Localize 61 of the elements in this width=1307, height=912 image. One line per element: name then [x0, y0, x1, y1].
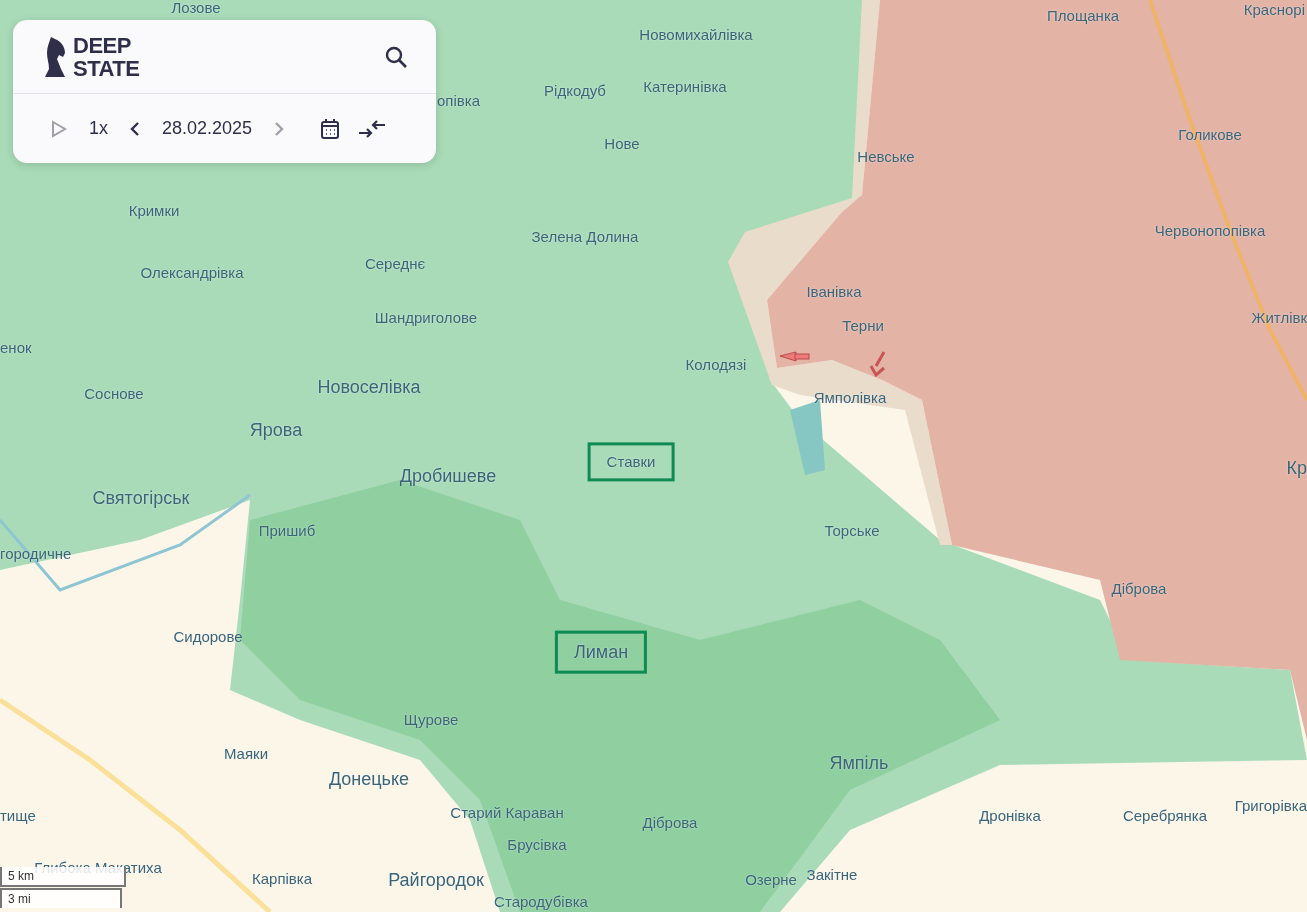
place-label: Щурове [403, 711, 459, 729]
place-label: Карпівка [251, 870, 313, 888]
place-label: Новомихайлівка [639, 26, 753, 44]
logo-text: DEEP [73, 33, 132, 57]
place-label: городичне [0, 545, 72, 563]
play-icon [51, 119, 67, 138]
speed-button[interactable]: 1x [83, 116, 114, 141]
place-label: Діброва [642, 814, 698, 832]
place-label: Терни [842, 317, 884, 335]
place-label: Ярова [249, 419, 303, 441]
calendar-icon [320, 117, 341, 140]
chess-knight-icon [43, 34, 67, 79]
place-label: Червонопопівка [1154, 222, 1266, 240]
place-label: Шандриголове [374, 309, 478, 327]
place-label: Голикове [1178, 126, 1242, 144]
place-label: Соснове [84, 385, 144, 403]
chevron-right-icon [274, 120, 285, 137]
arrows-inward-icon [358, 117, 387, 140]
place-label: Ставки [587, 442, 675, 482]
place-label: Іванівка [806, 283, 862, 301]
place-label: Пришиб [258, 522, 316, 540]
place-label: Святогірськ [92, 487, 190, 509]
place-label: Зелена Долина [531, 228, 639, 246]
date-text: 28.02.2025 [161, 118, 254, 139]
place-label: Кр [1286, 457, 1307, 479]
search-icon [384, 44, 408, 69]
place-label: Глибока Макатиха [34, 859, 162, 877]
place-label: Нове [604, 135, 640, 153]
place-label: тище [0, 807, 36, 825]
place-label: Озерне [745, 871, 797, 889]
place-label: Торське [824, 522, 880, 540]
place-label: Маяки [223, 745, 269, 763]
scale-bar: 3 mi [0, 888, 122, 908]
place-label: Рідкодуб [544, 82, 606, 100]
logo-text: STATE [73, 56, 140, 80]
place-label: Брусівка [507, 836, 567, 854]
place-label: Ямпіль [829, 752, 889, 774]
place-label: енок [0, 339, 32, 357]
place-label: Колодязі [685, 356, 747, 374]
place-label: Григорівка [1234, 797, 1307, 815]
place-label: Дронівка [979, 807, 1041, 825]
place-label: Краснорі [1243, 1, 1305, 19]
place-label: Райгородок [388, 869, 484, 891]
place-label: Ямполівка [813, 389, 887, 407]
place-label: Олександрівка [140, 264, 244, 282]
place-label: Діброва [1111, 580, 1167, 598]
place-label: Серебрянка [1122, 807, 1208, 825]
place-label: Середнє [364, 255, 426, 273]
place-label: Невське [857, 148, 915, 166]
place-label: Кримки [128, 202, 180, 220]
place-label: Площанка [1046, 7, 1120, 25]
place-label: Закітне [806, 866, 858, 884]
place-label: Донецьке [328, 768, 410, 790]
place-label: Лиман [554, 630, 648, 674]
place-label: Житлівк [1251, 309, 1307, 327]
place-label: Катеринівка [643, 78, 727, 96]
place-label: Лозове [171, 0, 221, 17]
place-label: Новоселівка [317, 376, 421, 398]
place-label: опівка [437, 92, 480, 110]
chevron-left-icon [130, 120, 140, 137]
place-label: Дробишеве [399, 465, 497, 487]
